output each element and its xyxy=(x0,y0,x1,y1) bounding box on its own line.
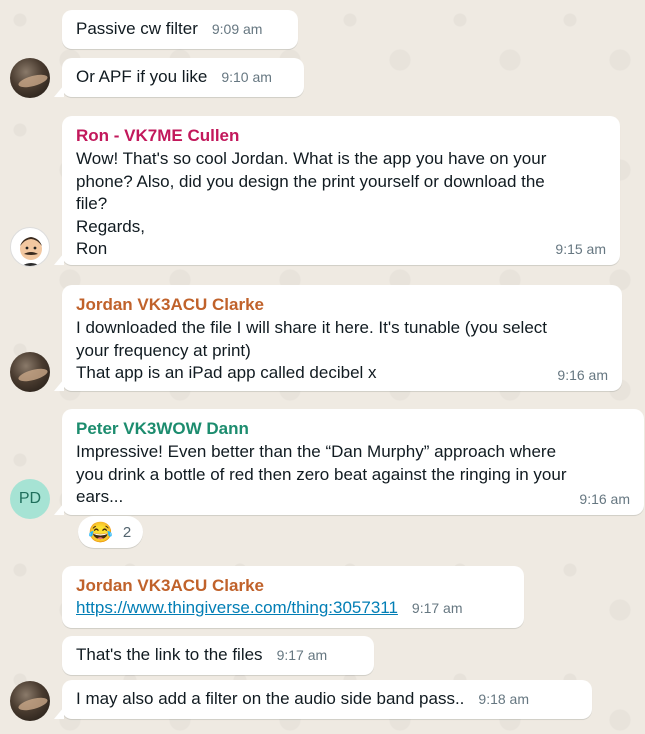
message-time: 9:09 am xyxy=(211,21,263,37)
message-time: 9:17 am xyxy=(276,647,328,663)
message-time: 9:15 am xyxy=(555,241,606,257)
message-time: 9:18 am xyxy=(478,691,530,707)
message-text: Impressive! Even better than the “Dan Mu… xyxy=(76,442,567,506)
avatar-photo[interactable] xyxy=(10,681,50,721)
sender-name[interactable]: Ron - VK7ME Cullen xyxy=(76,124,608,148)
avatar-cartoon[interactable] xyxy=(10,227,50,267)
message-bubble[interactable]: That's the link to the files 9:17 am xyxy=(62,636,374,675)
sender-name[interactable]: Jordan VK3ACU Clarke xyxy=(76,574,512,598)
message-bubble[interactable]: Jordan VK3ACU Clarke https://www.thingiv… xyxy=(62,566,524,628)
cartoon-face-icon xyxy=(20,237,42,266)
avatar-initials-text: PD xyxy=(18,490,42,507)
avatar-photo[interactable] xyxy=(10,352,50,392)
message-text: Or APF if you like xyxy=(76,67,208,86)
thingiverse-link[interactable]: https://www.thingiverse.com/thing:305731… xyxy=(76,598,398,618)
reaction-count: 2 xyxy=(122,523,132,541)
message-text: Wow! That's so cool Jordan. What is the … xyxy=(76,149,547,258)
message-text: That's the link to the files xyxy=(76,645,263,664)
message-time: 9:16 am xyxy=(557,367,608,383)
message-bubble[interactable]: Ron - VK7ME Cullen Wow! That's so cool J… xyxy=(54,116,620,265)
message-bubble[interactable]: I may also add a filter on the audio sid… xyxy=(54,680,592,719)
message-time: 9:17 am xyxy=(411,600,463,616)
reaction-pill[interactable]: 😂 2 xyxy=(78,516,144,548)
message-text: I downloaded the file I will share it he… xyxy=(76,318,548,382)
message-time: 9:10 am xyxy=(221,69,272,85)
message-text: Passive cw filter xyxy=(76,19,198,38)
message-bubble[interactable]: Passive cw filter 9:09 am xyxy=(62,10,298,49)
sender-name[interactable]: Jordan VK3ACU Clarke xyxy=(76,293,610,317)
sender-name[interactable]: Peter VK3WOW Dann xyxy=(76,417,632,441)
avatar-initials[interactable]: PD xyxy=(10,479,50,519)
laughing-emoji-icon: 😂 xyxy=(88,521,113,544)
avatar-photo[interactable] xyxy=(10,58,50,98)
message-time: 9:16 am xyxy=(579,491,630,507)
message-bubble[interactable]: Peter VK3WOW Dann Impressive! Even bette… xyxy=(54,409,644,515)
message-bubble[interactable]: Jordan VK3ACU Clarke I downloaded the fi… xyxy=(54,285,622,391)
message-text: I may also add a filter on the audio sid… xyxy=(76,689,465,708)
message-bubble[interactable]: Or APF if you like 9:10 am xyxy=(54,58,304,97)
